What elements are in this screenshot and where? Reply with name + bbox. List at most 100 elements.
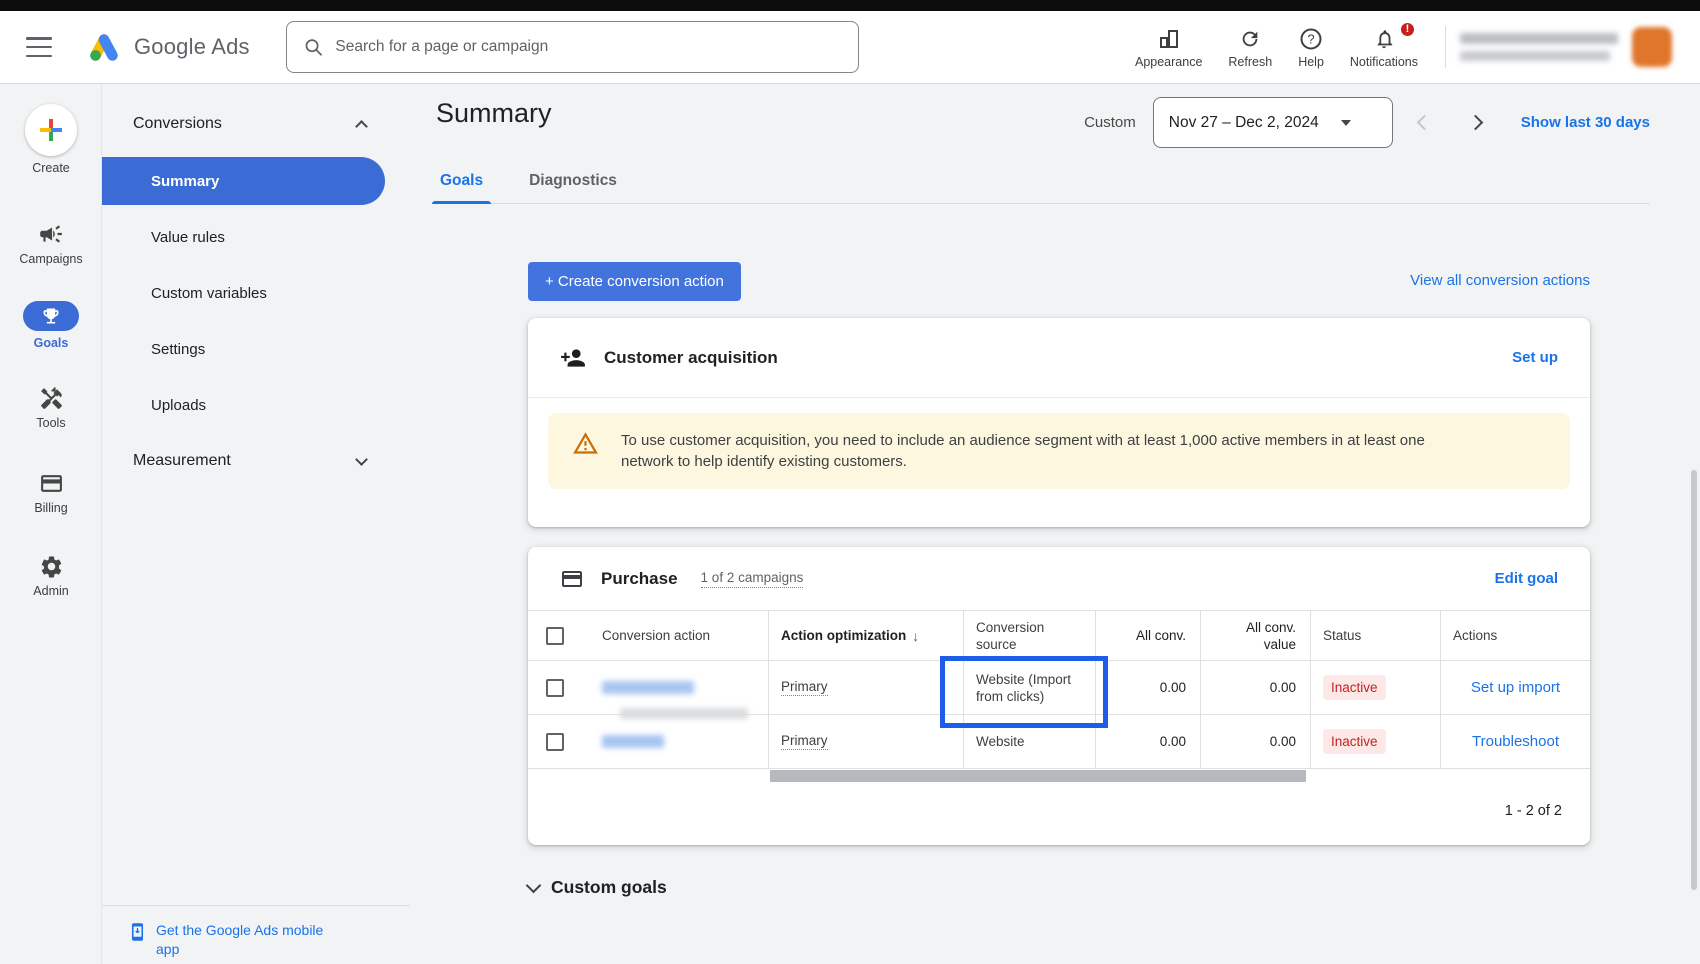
sidebar-item-value-rules[interactable]: Value rules <box>102 213 385 261</box>
menu-icon[interactable] <box>26 37 52 57</box>
active-tab-underline <box>432 201 491 204</box>
purchase-header: Purchase 1 of 2 campaigns Edit goal <box>528 547 1590 610</box>
refresh-icon <box>1239 26 1261 52</box>
date-range-picker[interactable]: Nov 27 – Dec 2, 2024 <box>1153 97 1393 148</box>
google-ads-logo[interactable]: Google Ads <box>86 31 250 63</box>
help-button[interactable]: ? Help <box>1298 26 1324 69</box>
sort-desc-icon: ↓ <box>912 628 919 644</box>
customer-acquisition-card: Customer acquisition Set up To use custo… <box>528 318 1590 527</box>
create-conversion-action-button[interactable]: + Create conversion action <box>528 262 741 301</box>
appearance-button[interactable]: Appearance <box>1135 26 1202 69</box>
table-row: Primary Website (Import from clicks) 0.0… <box>528 661 1590 715</box>
caret-down-icon <box>1341 120 1351 126</box>
notification-badge: ! <box>1399 21 1416 38</box>
mobile-phone-icon <box>128 921 147 943</box>
col-header-conversion-action[interactable]: Conversion action <box>590 611 768 661</box>
credit-card-icon <box>39 471 64 496</box>
set-up-import-link[interactable]: Set up import <box>1453 679 1578 696</box>
bell-icon <box>1373 26 1395 52</box>
chevron-down-icon <box>355 453 368 466</box>
troubleshoot-link[interactable]: Troubleshoot <box>1453 733 1578 750</box>
conversion-action-name-cell[interactable] <box>590 661 768 715</box>
rail-item-create[interactable]: Create <box>0 104 102 175</box>
previous-period-button[interactable] <box>1416 115 1432 131</box>
chevron-down-icon <box>526 878 542 894</box>
purchase-goal-card: Purchase 1 of 2 campaigns Edit goal Conv… <box>528 547 1590 845</box>
status-badge: Inactive <box>1323 675 1386 700</box>
purchase-title: Purchase <box>601 569 678 589</box>
search-icon <box>303 36 324 58</box>
chevron-up-icon <box>355 120 368 133</box>
conversion-actions-table: Conversion action Action optimization↓ C… <box>528 610 1590 769</box>
edit-goal-link[interactable]: Edit goal <box>1495 570 1558 587</box>
all-conv-cell: 0.00 <box>1095 715 1200 769</box>
avatar[interactable] <box>1632 27 1672 67</box>
blurred-account-email <box>1460 51 1610 61</box>
col-header-all-conv-value[interactable]: All conv. value <box>1200 611 1310 661</box>
blurred-conversion-name <box>602 681 694 694</box>
help-icon: ? <box>1299 26 1323 52</box>
actions-cell: Set up import <box>1440 661 1590 715</box>
table-header-row: Conversion action Action optimization↓ C… <box>528 611 1590 661</box>
gear-icon <box>39 554 64 579</box>
megaphone-icon <box>38 221 64 247</box>
action-optimization-cell: Primary <box>768 715 963 769</box>
next-period-button[interactable] <box>1467 115 1483 131</box>
warning-icon <box>572 430 599 457</box>
campaigns-count-link[interactable]: 1 of 2 campaigns <box>701 570 804 588</box>
col-header-conversion-source[interactable]: Conversion source <box>963 611 1095 661</box>
blurred-conversion-name <box>602 735 664 748</box>
tab-goals[interactable]: Goals <box>436 162 487 203</box>
set-up-link[interactable]: Set up <box>1512 349 1558 366</box>
rail-item-admin[interactable]: Admin <box>0 554 102 598</box>
rail-item-goals[interactable]: Goals <box>0 301 102 350</box>
sidebar-item-settings[interactable]: Settings <box>102 325 385 373</box>
view-all-conversion-actions-link[interactable]: View all conversion actions <box>1410 272 1590 289</box>
col-header-actions[interactable]: Actions <box>1440 611 1590 661</box>
topbar-actions: Appearance Refresh ? Help <box>1122 26 1672 69</box>
notifications-button[interactable]: ! Notifications <box>1350 26 1418 69</box>
col-header-status[interactable]: Status <box>1310 611 1440 661</box>
col-header-all-conv[interactable]: All conv. <box>1095 611 1200 661</box>
row-checkbox[interactable] <box>546 733 564 751</box>
purchase-card-icon <box>560 567 584 591</box>
tab-diagnostics[interactable]: Diagnostics <box>525 162 621 203</box>
rail-item-billing[interactable]: Billing <box>0 471 102 515</box>
sidebar-item-custom-variables[interactable]: Custom variables <box>102 269 385 317</box>
main-content: Summary Custom Nov 27 – Dec 2, 2024 Show… <box>410 84 1700 964</box>
sidebar-section-conversions[interactable]: Conversions <box>102 104 410 144</box>
show-last-30-days-link[interactable]: Show last 30 days <box>1521 114 1650 131</box>
customer-acquisition-header: Customer acquisition Set up <box>528 318 1590 398</box>
rail-item-tools[interactable]: Tools <box>0 386 102 430</box>
select-all-checkbox[interactable] <box>546 627 564 645</box>
horizontal-scrollbar[interactable] <box>770 770 1306 782</box>
sidebar-item-summary[interactable]: Summary <box>102 157 385 205</box>
global-search[interactable] <box>286 21 859 73</box>
sidebar-nav: Conversions Summary Value rules Custom v… <box>102 84 410 964</box>
custom-goals-toggle[interactable]: Custom goals <box>528 877 667 898</box>
row-checkbox[interactable] <box>546 679 564 697</box>
col-header-action-optimization[interactable]: Action optimization↓ <box>768 611 963 661</box>
window-top-strip <box>0 0 1700 11</box>
topbar-divider <box>1445 26 1446 68</box>
sidebar-section-measurement[interactable]: Measurement <box>102 441 410 481</box>
sidebar-item-uploads[interactable]: Uploads <box>102 381 385 429</box>
customer-acquisition-title: Customer acquisition <box>604 348 1512 368</box>
rail-item-campaigns[interactable]: Campaigns <box>0 221 102 266</box>
trophy-icon <box>41 306 61 326</box>
google-ads-logo-icon <box>86 31 122 63</box>
all-conv-cell: 0.00 <box>1095 661 1200 715</box>
appearance-icon <box>1157 26 1181 52</box>
status-badge: Inactive <box>1323 729 1386 754</box>
mobile-app-link[interactable]: Get the Google Ads mobile app <box>102 905 410 959</box>
conversion-action-name-cell[interactable] <box>590 715 768 769</box>
search-input[interactable] <box>335 38 841 56</box>
top-app-bar: Google Ads Appearance Refresh <box>0 11 1700 84</box>
brand-name: Google Ads <box>134 34 250 60</box>
blurred-account-name <box>1460 33 1618 44</box>
actions-cell: Troubleshoot <box>1440 715 1590 769</box>
refresh-button[interactable]: Refresh <box>1228 26 1272 69</box>
account-menu[interactable] <box>1460 27 1672 67</box>
vertical-scrollbar[interactable] <box>1691 470 1697 890</box>
left-rail: Create Campaigns Goals Tools Billing Adm… <box>0 84 102 964</box>
